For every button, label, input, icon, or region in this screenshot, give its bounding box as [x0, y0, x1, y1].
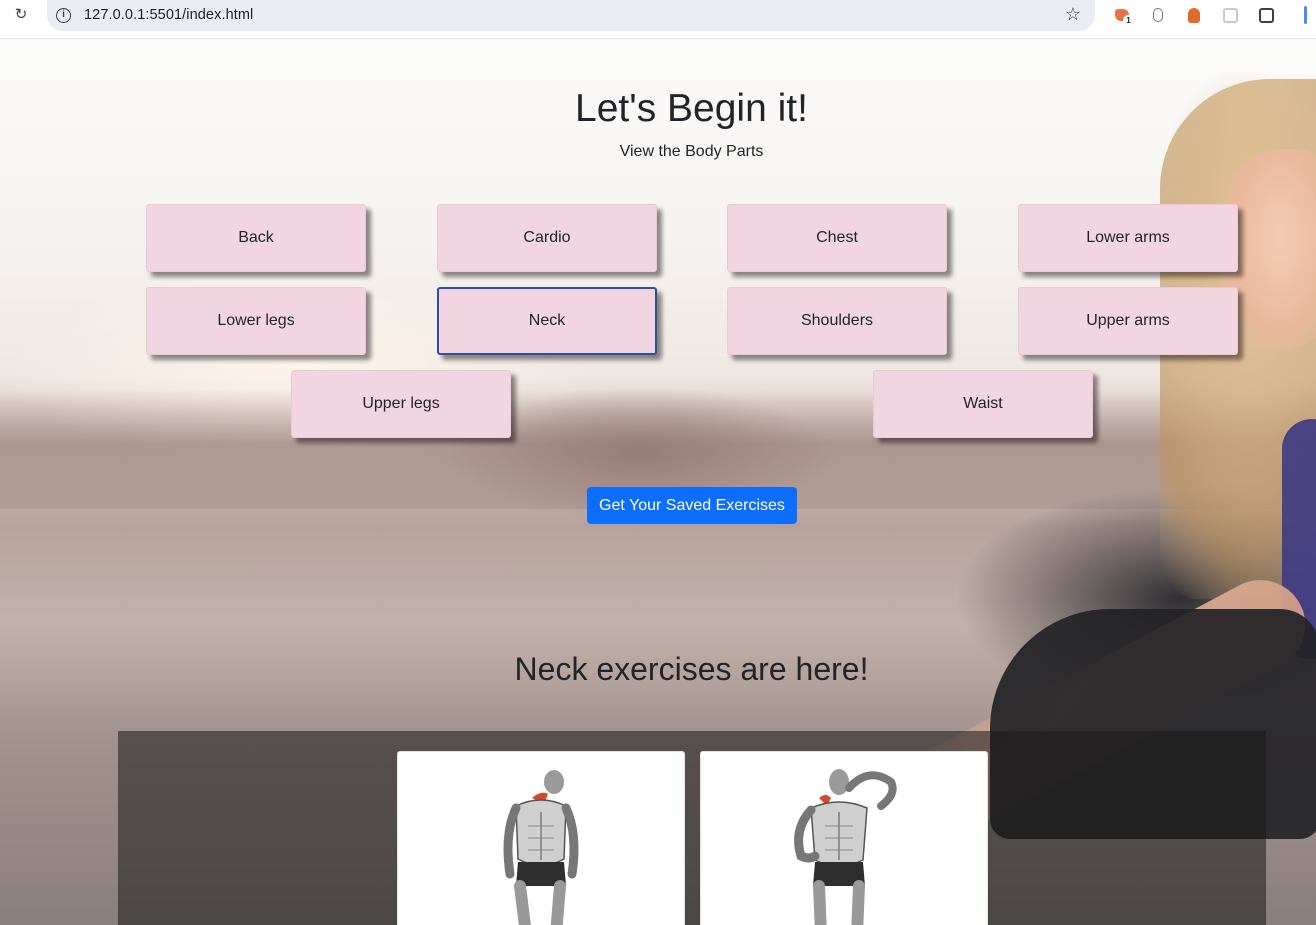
bookmark-star-icon[interactable]: ☆	[1065, 4, 1081, 25]
body-part-button-upper-legs[interactable]: Upper legs	[291, 370, 511, 438]
fox-extension-icon[interactable]	[1185, 6, 1203, 24]
body-part-button-chest[interactable]: Chest	[727, 204, 947, 272]
profile-avatar[interactable]	[1304, 6, 1307, 24]
reload-icon[interactable]: ↻	[12, 6, 30, 24]
body-part-button-neck[interactable]: Neck	[437, 287, 657, 355]
page-viewport: Let's Begin it! View the Body Parts Back…	[0, 39, 1316, 925]
exercise-results-panel	[118, 731, 1266, 925]
saved-exercises-button[interactable]: Get Your Saved Exercises	[587, 487, 797, 524]
puzzle-extensions-icon[interactable]	[1257, 6, 1275, 24]
exercise-card[interactable]	[397, 751, 685, 925]
exercise-card[interactable]	[700, 751, 988, 925]
page-title: Let's Begin it!	[575, 87, 808, 130]
extension-icon[interactable]: 1	[1113, 6, 1134, 26]
grey-extension-icon[interactable]	[1221, 6, 1239, 24]
body-part-button-lower-legs[interactable]: Lower legs	[146, 287, 366, 355]
body-part-button-cardio[interactable]: Cardio	[437, 204, 657, 272]
browser-toolbar: ↻ i 127.0.0.1:5501/index.html ☆ 1	[0, 0, 1316, 39]
url-text[interactable]: 127.0.0.1:5501/index.html	[84, 7, 253, 23]
exercise-illustration	[794, 769, 897, 925]
page-subtitle: View the Body Parts	[619, 143, 764, 160]
exercise-illustration	[503, 770, 579, 925]
address-bar[interactable]: i 127.0.0.1:5501/index.html ☆	[47, 0, 1095, 31]
mouse-extension-icon[interactable]	[1149, 6, 1167, 24]
results-title: Neck exercises are here!	[514, 651, 869, 687]
body-part-button-upper-arms[interactable]: Upper arms	[1018, 287, 1238, 355]
body-part-button-shoulders[interactable]: Shoulders	[727, 287, 947, 355]
body-part-button-back[interactable]: Back	[146, 204, 366, 272]
body-part-button-lower-arms[interactable]: Lower arms	[1018, 204, 1238, 272]
extension-badge: 1	[1123, 15, 1134, 26]
site-info-icon[interactable]: i	[56, 8, 71, 23]
body-part-button-waist[interactable]: Waist	[873, 370, 1093, 438]
